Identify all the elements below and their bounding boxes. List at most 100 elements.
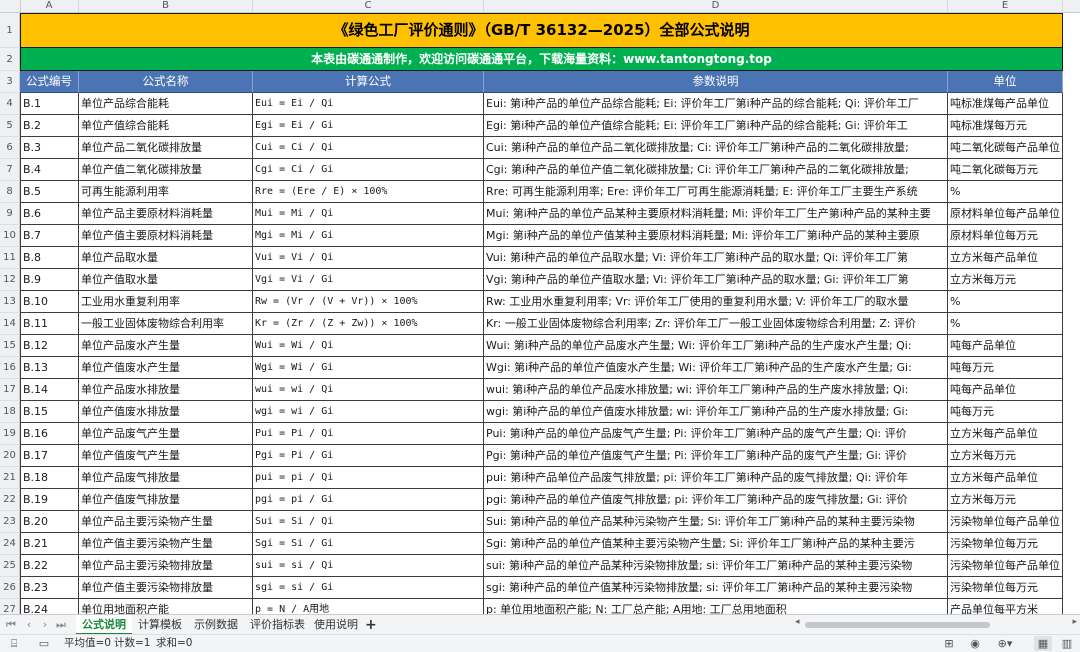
next-sheet-icon[interactable]: ›: [38, 617, 52, 633]
formula-name-cell[interactable]: 单位用地面积产能: [79, 599, 253, 614]
formula-name-cell[interactable]: 单位产值主要污染物排放量: [79, 577, 253, 599]
formula-id-cell[interactable]: B.1: [20, 93, 79, 115]
row-number[interactable]: 19: [0, 423, 20, 445]
row-number[interactable]: 23: [0, 511, 20, 533]
column-header-b[interactable]: B: [79, 0, 253, 12]
unit-cell[interactable]: %: [948, 313, 1063, 335]
row-number[interactable]: 2: [0, 48, 20, 71]
row-number[interactable]: 15: [0, 335, 20, 357]
parameter-description-cell[interactable]: pui: 第i种产品单位产品废气排放量; pi: 评价年工厂第i种产品的废气排放…: [484, 467, 948, 489]
formula-name-cell[interactable]: 单位产品废水产生量: [79, 335, 253, 357]
add-sheet-button[interactable]: +: [365, 615, 377, 635]
formula-name-cell[interactable]: 单位产值废水排放量: [79, 401, 253, 423]
parameter-description-cell[interactable]: p: 单位用地面积产能; N: 工厂总产能; A用地: 工厂总用地面积: [484, 599, 948, 614]
row-number[interactable]: 24: [0, 533, 20, 555]
parameter-description-cell[interactable]: Pgi: 第i种产品的单位产值废气产生量; Pi: 评价年工厂第i种产品的废气产…: [484, 445, 948, 467]
parameter-description-cell[interactable]: Sgi: 第i种产品的单位产值某种主要污染物产生量; Si: 评价年工厂第i种产…: [484, 533, 948, 555]
prev-sheet-icon[interactable]: ‹: [22, 617, 36, 633]
unit-cell[interactable]: 立方米每万元: [948, 269, 1063, 291]
formula-name-cell[interactable]: 单位产品取水量: [79, 247, 253, 269]
parameter-description-cell[interactable]: Egi: 第i种产品的单位产值综合能耗; Ei: 评价年工厂第i种产品的综合能耗…: [484, 115, 948, 137]
scroll-right-icon[interactable]: ▸: [1072, 617, 1077, 627]
unit-cell[interactable]: 吨每产品单位: [948, 379, 1063, 401]
row-number[interactable]: 18: [0, 401, 20, 423]
formula-cell[interactable]: Sui = Si / Qi: [253, 511, 484, 533]
row-number[interactable]: 20: [0, 445, 20, 467]
parameter-description-cell[interactable]: Cgi: 第i种产品的单位产值二氧化碳排放量; Ci: 评价年工厂第i种产品的二…: [484, 159, 948, 181]
row-number[interactable]: 3: [0, 71, 20, 93]
normal-view-icon[interactable]: ▦: [1034, 636, 1052, 651]
formula-id-cell[interactable]: B.19: [20, 489, 79, 511]
formula-id-cell[interactable]: B.23: [20, 577, 79, 599]
formula-cell[interactable]: p = N / A用地: [253, 599, 484, 614]
parameter-description-cell[interactable]: Mgi: 第i种产品的单位产值某种主要原材料消耗量; Mi: 评价年工厂第i种产…: [484, 225, 948, 247]
row-number[interactable]: 6: [0, 137, 20, 159]
formula-name-cell[interactable]: 单位产品废气产生量: [79, 423, 253, 445]
unit-cell[interactable]: 吨二氧化碳每万元: [948, 159, 1063, 181]
row-number[interactable]: 16: [0, 357, 20, 379]
row-number[interactable]: 1: [0, 13, 20, 48]
cell-mode-icon[interactable]: ⌸: [6, 636, 22, 651]
row-number[interactable]: 9: [0, 203, 20, 225]
formula-id-cell[interactable]: B.15: [20, 401, 79, 423]
parameter-description-cell[interactable]: sui: 第i种产品的单位产品某种污染物排放量; si: 评价年工厂第i种产品的…: [484, 555, 948, 577]
parameter-description-cell[interactable]: Wui: 第i种产品的单位产品废水产生量; Wi: 评价年工厂第i种产品的生产废…: [484, 335, 948, 357]
tab-sample-data[interactable]: 示例数据: [188, 615, 244, 635]
tab-calculation-template[interactable]: 计算模板: [132, 615, 188, 635]
select-all-corner[interactable]: [0, 0, 21, 12]
parameter-description-cell[interactable]: sgi: 第i种产品的单位产值某种污染物排放量; si: 评价年工厂第i种产品的…: [484, 577, 948, 599]
scroll-left-icon[interactable]: ◂: [795, 617, 800, 627]
formula-id-cell[interactable]: B.22: [20, 555, 79, 577]
formula-id-cell[interactable]: B.11: [20, 313, 79, 335]
horizontal-scrollbar[interactable]: ◂ ▸: [795, 617, 1077, 629]
formula-cell[interactable]: Kr = (Zr / (Z + Zw)) × 100%: [253, 313, 484, 335]
formula-name-cell[interactable]: 一般工业固体废物综合利用率: [79, 313, 253, 335]
parameter-description-cell[interactable]: Sui: 第i种产品的单位产品某种污染物产生量; Si: 评价年工厂第i种产品的…: [484, 511, 948, 533]
formula-cell[interactable]: sgi = si / Gi: [253, 577, 484, 599]
row-number[interactable]: 4: [0, 93, 20, 115]
formula-id-cell[interactable]: B.5: [20, 181, 79, 203]
table-icon[interactable]: ▭: [36, 636, 52, 651]
parameter-description-cell[interactable]: wui: 第i种产品的单位产品废水排放量; wi: 评价年工厂第i种产品的生产废…: [484, 379, 948, 401]
formula-cell[interactable]: Rw = (Vr / (V + Vr)) × 100%: [253, 291, 484, 313]
row-number[interactable]: 17: [0, 379, 20, 401]
unit-cell[interactable]: 吨每万元: [948, 401, 1063, 423]
column-header-e[interactable]: E: [948, 0, 1063, 12]
formula-id-cell[interactable]: B.8: [20, 247, 79, 269]
row-number[interactable]: 22: [0, 489, 20, 511]
unit-cell[interactable]: 污染物单位每万元: [948, 533, 1063, 555]
formula-id-cell[interactable]: B.2: [20, 115, 79, 137]
scrollbar-thumb[interactable]: [805, 622, 990, 628]
formula-cell[interactable]: Egi = Ei / Gi: [253, 115, 484, 137]
formula-name-cell[interactable]: 单位产值废气排放量: [79, 489, 253, 511]
unit-cell[interactable]: 污染物单位每万元: [948, 577, 1063, 599]
formula-id-cell[interactable]: B.10: [20, 291, 79, 313]
first-sheet-icon[interactable]: ⏮: [4, 617, 18, 633]
parameter-description-cell[interactable]: Cui: 第i种产品的单位产品二氧化碳排放量; Ci: 评价年工厂第i种产品的二…: [484, 137, 948, 159]
formula-id-cell[interactable]: B.12: [20, 335, 79, 357]
formula-name-cell[interactable]: 单位产值二氧化碳排放量: [79, 159, 253, 181]
formula-name-cell[interactable]: 单位产品主要污染物排放量: [79, 555, 253, 577]
formula-cell[interactable]: Eui = Ei / Qi: [253, 93, 484, 115]
formula-id-cell[interactable]: B.6: [20, 203, 79, 225]
formula-id-cell[interactable]: B.21: [20, 533, 79, 555]
unit-cell[interactable]: 原材料单位每产品单位: [948, 203, 1063, 225]
row-number[interactable]: 25: [0, 555, 20, 577]
formula-cell[interactable]: Wui = Wi / Qi: [253, 335, 484, 357]
eye-protection-icon[interactable]: ◉: [966, 636, 984, 651]
tab-user-guide[interactable]: 使用说明: [308, 615, 364, 635]
formula-name-cell[interactable]: 单位产品综合能耗: [79, 93, 253, 115]
formula-name-cell[interactable]: 单位产品主要原材料消耗量: [79, 203, 253, 225]
page-view-icon[interactable]: ▥: [1058, 636, 1076, 651]
column-header-a[interactable]: A: [20, 0, 79, 12]
formula-name-cell[interactable]: 单位产值主要原材料消耗量: [79, 225, 253, 247]
parameter-description-cell[interactable]: Vui: 第i种产品的单位产品取水量; Vi: 评价年工厂第i种产品的取水量; …: [484, 247, 948, 269]
column-header-c[interactable]: C: [253, 0, 484, 12]
unit-cell[interactable]: 立方米每万元: [948, 489, 1063, 511]
parameter-description-cell[interactable]: Mui: 第i种产品的单位产品某种主要原材料消耗量; Mi: 评价年工厂生产第i…: [484, 203, 948, 225]
parameter-description-cell[interactable]: pgi: 第i种产品的单位产值废气排放量; pi: 评价年工厂第i种产品的废气排…: [484, 489, 948, 511]
sheet-title[interactable]: 《绿色工厂评价通则》（GB/T 36132—2025）全部公式说明: [20, 13, 1063, 48]
unit-cell[interactable]: 污染物单位每产品单位: [948, 511, 1063, 533]
row-number[interactable]: 27: [0, 599, 20, 614]
tab-formula-description[interactable]: 公式说明: [76, 615, 132, 635]
